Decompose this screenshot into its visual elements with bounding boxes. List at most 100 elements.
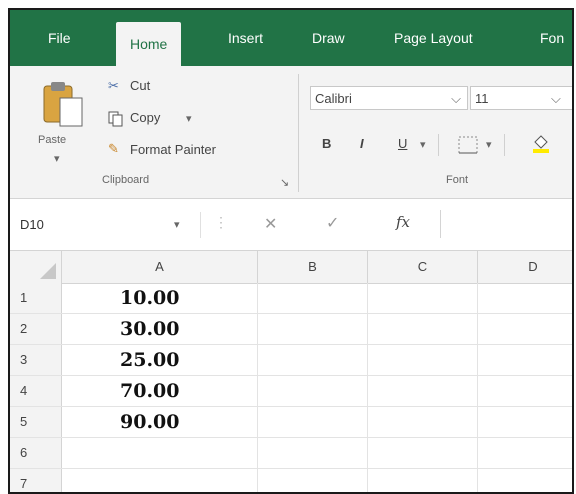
cell-a7[interactable] xyxy=(62,469,258,492)
cell-c2[interactable] xyxy=(368,314,478,344)
cell-d5[interactable] xyxy=(478,407,572,437)
table-row: 1 10.00 xyxy=(10,283,572,314)
italic-button[interactable]: I xyxy=(360,136,364,151)
row-header[interactable]: 2 xyxy=(10,314,62,344)
cell-c4[interactable] xyxy=(368,376,478,406)
paste-label: Paste xyxy=(38,134,67,146)
cancel-icon[interactable]: ✕ xyxy=(264,214,277,234)
ribbon-home: Paste ▾ ✂ Cut Copy ▾ ✎ Format Painter Cl… xyxy=(10,66,572,199)
font-size-combo[interactable]: 11 ⌵ xyxy=(470,86,572,110)
formula-bar-grip-icon: ⋮ xyxy=(214,214,228,230)
copy-label: Copy xyxy=(130,110,161,125)
cell-a3[interactable]: 25.00 xyxy=(62,345,258,375)
chevron-down-icon: ⌵ xyxy=(551,91,561,106)
cell-c5[interactable] xyxy=(368,407,478,437)
select-all-icon xyxy=(40,263,56,279)
row-header[interactable]: 5 xyxy=(10,407,62,437)
cell-b7[interactable] xyxy=(258,469,368,492)
clipboard-group-label: Clipboard xyxy=(102,174,150,186)
table-row: 4 70.00 xyxy=(10,376,572,407)
cell-b5[interactable] xyxy=(258,407,368,437)
cell-b4[interactable] xyxy=(258,376,368,406)
cell-b3[interactable] xyxy=(258,345,368,375)
format-painter-label: Format Painter xyxy=(130,142,216,157)
row-header[interactable]: 1 xyxy=(10,283,62,313)
cell-a1[interactable]: 10.00 xyxy=(62,283,258,313)
table-row: 2 30.00 xyxy=(10,314,572,345)
name-box[interactable]: D10 ▾ xyxy=(14,212,201,238)
copy-dropdown-icon[interactable]: ▾ xyxy=(186,112,192,125)
cell-b2[interactable] xyxy=(258,314,368,344)
cell-d4[interactable] xyxy=(478,376,572,406)
paintbrush-icon: ✎ xyxy=(108,141,119,156)
cell-a5[interactable]: 90.00 xyxy=(62,407,258,437)
table-row: 6 xyxy=(10,438,572,469)
row-header[interactable]: 7 xyxy=(10,469,62,492)
borders-dropdown-icon[interactable]: ▾ xyxy=(486,138,492,151)
cell-d7[interactable] xyxy=(478,469,572,492)
font-name-combo[interactable]: Calibri ⌵ xyxy=(310,86,468,110)
chevron-down-icon: ⌵ xyxy=(451,91,461,106)
cell-a6[interactable] xyxy=(62,438,258,468)
column-header-b[interactable]: B xyxy=(258,251,368,283)
cell-d2[interactable] xyxy=(478,314,572,344)
fill-color-icon[interactable] xyxy=(530,132,552,154)
name-box-value: D10 xyxy=(20,217,44,232)
paste-dropdown-icon: ▾ xyxy=(54,153,60,165)
tab-formulas-partial[interactable]: Fon xyxy=(540,30,564,46)
tab-page-layout[interactable]: Page Layout xyxy=(394,30,473,46)
row-header[interactable]: 3 xyxy=(10,345,62,375)
row-header[interactable]: 4 xyxy=(10,376,62,406)
underline-button[interactable]: U xyxy=(398,136,407,151)
format-painter-button[interactable]: ✎ Format Painter xyxy=(108,140,278,162)
table-row: 7 xyxy=(10,469,572,492)
cell-b1[interactable] xyxy=(258,283,368,313)
clipboard-launcher-icon[interactable]: ↘ xyxy=(280,176,289,189)
cell-d3[interactable] xyxy=(478,345,572,375)
formula-input[interactable] xyxy=(440,210,572,238)
tab-draw[interactable]: Draw xyxy=(312,30,345,46)
cell-c3[interactable] xyxy=(368,345,478,375)
scissors-icon: ✂ xyxy=(108,78,119,93)
tab-file[interactable]: File xyxy=(48,30,71,46)
table-row: 3 25.00 xyxy=(10,345,572,376)
tab-insert[interactable]: Insert xyxy=(228,30,263,46)
cell-c7[interactable] xyxy=(368,469,478,492)
copy-button[interactable]: Copy ▾ xyxy=(108,108,228,130)
font-group-label: Font xyxy=(446,174,469,186)
cell-b6[interactable] xyxy=(258,438,368,468)
borders-icon[interactable] xyxy=(458,136,478,154)
name-box-dropdown-icon[interactable]: ▾ xyxy=(174,212,180,238)
ribbon-tabs: File Home Insert Draw Page Layout Fon xyxy=(10,10,572,66)
row-header[interactable]: 6 xyxy=(10,438,62,468)
cell-d6[interactable] xyxy=(478,438,572,468)
font-name-value: Calibri xyxy=(315,91,352,106)
column-header-c[interactable]: C xyxy=(368,251,478,283)
cell-c6[interactable] xyxy=(368,438,478,468)
cut-label: Cut xyxy=(130,78,151,93)
font-size-value: 11 xyxy=(475,91,489,106)
formula-bar: D10 ▾ ⋮ ✕ ✓ fx xyxy=(10,200,572,251)
cut-button[interactable]: ✂ Cut xyxy=(108,76,198,98)
underline-dropdown-icon[interactable]: ▾ xyxy=(420,138,426,151)
bold-button[interactable]: B xyxy=(322,136,331,151)
tab-home[interactable]: Home xyxy=(116,22,182,66)
cell-d1[interactable] xyxy=(478,283,572,313)
cell-a2[interactable]: 30.00 xyxy=(62,314,258,344)
cell-c1[interactable] xyxy=(368,283,478,313)
divider xyxy=(504,134,505,156)
insert-function-icon[interactable]: fx xyxy=(396,213,410,231)
excel-window: File Home Insert Draw Page Layout Fon Pa… xyxy=(8,8,574,494)
paste-button[interactable]: Paste ▾ xyxy=(32,72,90,168)
column-header-d[interactable]: D xyxy=(478,251,572,283)
copy-icon xyxy=(108,111,123,127)
cell-a4[interactable]: 70.00 xyxy=(62,376,258,406)
column-header-a[interactable]: A xyxy=(62,251,258,283)
paste-icon xyxy=(43,82,83,127)
enter-icon[interactable]: ✓ xyxy=(326,213,339,233)
table-row: 5 90.00 xyxy=(10,407,572,438)
column-header-row: A B C D xyxy=(10,251,572,284)
group-separator xyxy=(298,74,299,192)
select-all-button[interactable] xyxy=(10,251,62,283)
divider xyxy=(438,134,439,156)
